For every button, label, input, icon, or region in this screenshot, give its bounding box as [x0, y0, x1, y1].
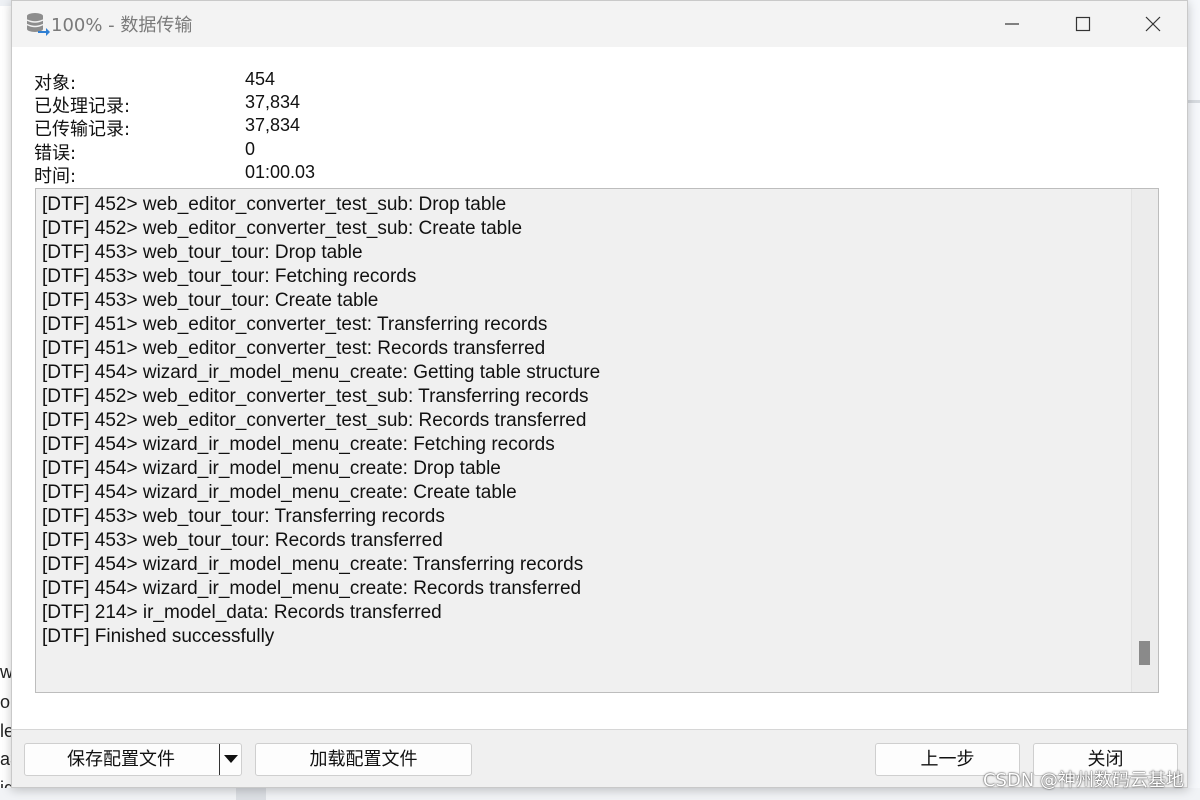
background-statusbar-segment [236, 788, 266, 800]
log-line: [DTF] 454> wizard_ir_model_menu_create: … [42, 482, 517, 503]
stat-value: 01:00.03 [245, 162, 316, 182]
scrollbar-thumb[interactable] [1139, 641, 1150, 665]
save-profile-dropdown[interactable] [219, 744, 242, 775]
stat-value: 37,834 [245, 115, 301, 135]
log-line: [DTF] 452> web_editor_converter_test_sub… [42, 386, 589, 407]
log-line: [DTF] 454> wizard_ir_model_menu_create: … [42, 554, 584, 575]
background-right-panel [1188, 0, 1200, 800]
save-profile-label: 保存配置文件 [67, 749, 175, 770]
stat-value: 0 [245, 139, 256, 159]
log-line: [DTF] Finished successfully [42, 626, 275, 647]
transfer-log[interactable]: [DTF] 452> web_editor_converter_test_sub… [35, 188, 1159, 693]
minimize-icon [1005, 23, 1019, 25]
log-line: [DTF] 454> wizard_ir_model_menu_create: … [42, 458, 501, 479]
window-title: 100% - 数据传输 [51, 15, 193, 36]
close-window-button[interactable] [1118, 1, 1188, 47]
stat-label: 时间: [34, 166, 77, 187]
log-line: [DTF] 453> web_tour_tour: Drop table [42, 242, 363, 263]
log-line: [DTF] 451> web_editor_converter_test: Tr… [42, 314, 548, 335]
stat-value: 454 [245, 69, 276, 89]
log-line: [DTF] 452> web_editor_converter_test_sub… [42, 218, 523, 239]
log-scrollbar[interactable] [1131, 189, 1158, 692]
load-profile-button[interactable]: 加载配置文件 [255, 743, 472, 776]
background-text-fragment: o [0, 692, 11, 712]
log-line: [DTF] 453> web_tour_tour: Fetching recor… [42, 266, 417, 287]
database-transfer-icon [24, 11, 50, 37]
maximize-button[interactable] [1048, 1, 1118, 47]
stat-value: 37,834 [245, 92, 301, 112]
maximize-icon [1075, 16, 1091, 32]
log-line: [DTF] 454> wizard_ir_model_menu_create: … [42, 434, 555, 455]
log-line: [DTF] 452> web_editor_converter_test_sub… [42, 410, 587, 431]
stat-label: 已传输记录: [34, 119, 131, 140]
watermark: CSDN @神州数码云基地 [982, 770, 1184, 791]
log-line: [DTF] 453> web_tour_tour: Transferring r… [42, 506, 445, 527]
log-line: [DTF] 451> web_editor_converter_test: Re… [42, 338, 546, 359]
log-lines: [DTF] 452> web_editor_converter_test_sub… [42, 193, 600, 649]
log-line: [DTF] 214> ir_model_data: Records transf… [42, 602, 442, 623]
log-line: [DTF] 453> web_tour_tour: Records transf… [42, 530, 443, 551]
minimize-button[interactable] [977, 1, 1047, 47]
background-divider [1188, 100, 1200, 103]
close-icon [1145, 16, 1161, 32]
log-line: [DTF] 454> wizard_ir_model_menu_create: … [42, 578, 582, 599]
log-line: [DTF] 454> wizard_ir_model_menu_create: … [42, 362, 601, 383]
title-bar[interactable]: 100% - 数据传输 [12, 1, 1187, 47]
save-profile-button[interactable]: 保存配置文件 [24, 743, 242, 776]
log-line: [DTF] 453> web_tour_tour: Create table [42, 290, 379, 311]
data-transfer-dialog: 100% - 数据传输 对象: 454 已处理记录: 37,834 已传输记录:… [11, 0, 1188, 788]
chevron-down-icon [224, 755, 238, 763]
log-line: [DTF] 452> web_editor_converter_test_sub… [42, 194, 507, 215]
